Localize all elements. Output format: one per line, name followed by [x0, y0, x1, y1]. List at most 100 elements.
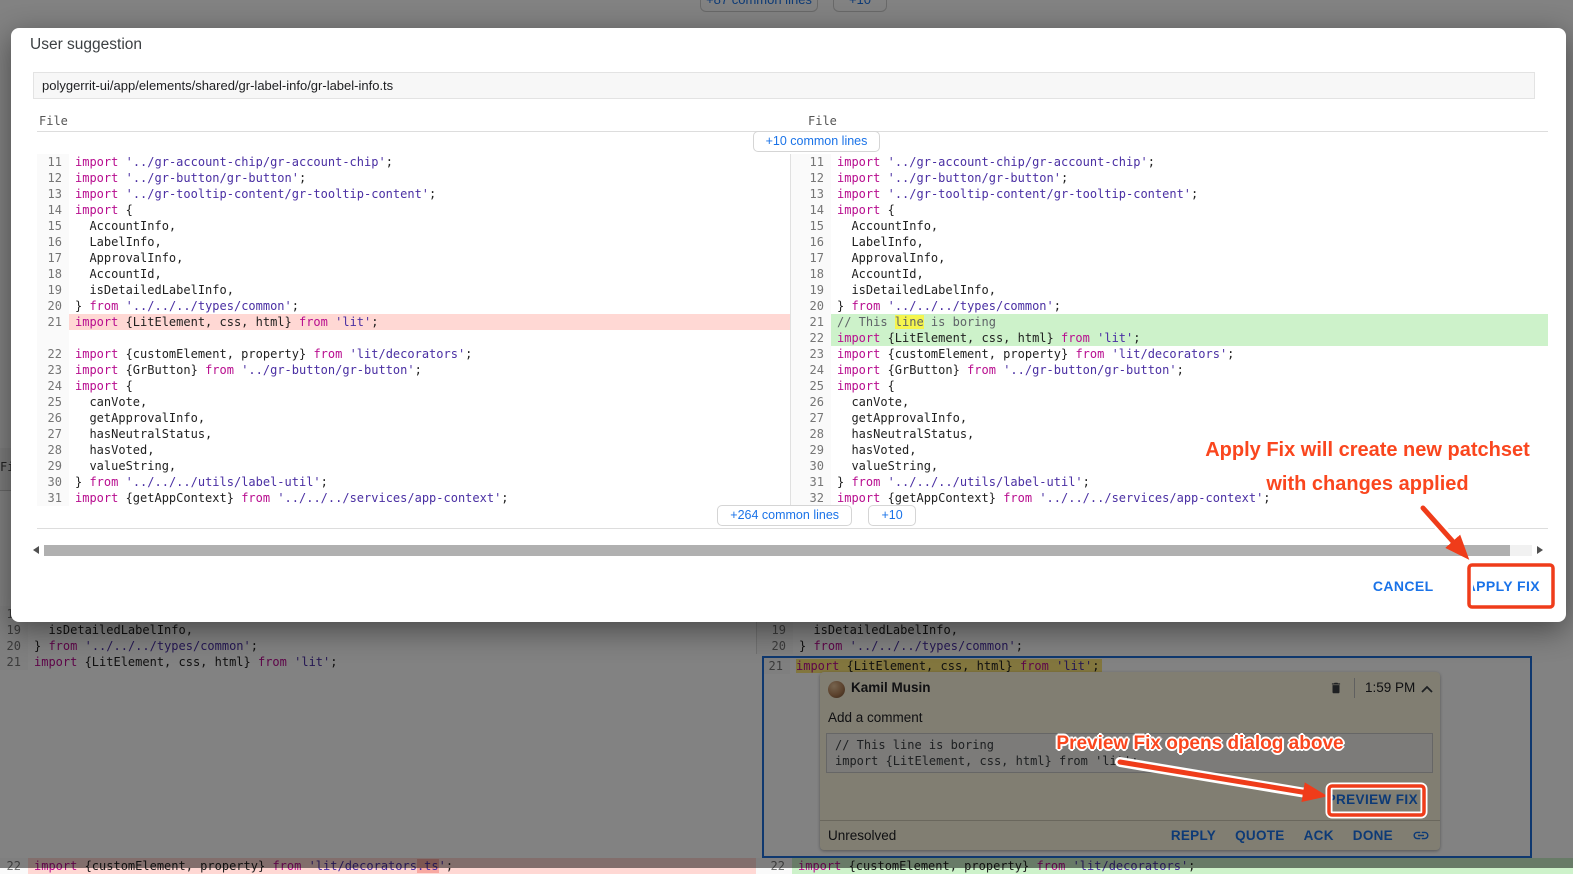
- horizontal-scrollbar[interactable]: [33, 543, 1543, 557]
- code-text: LabelInfo,: [831, 234, 1548, 250]
- code-text: LabelInfo,: [69, 234, 790, 250]
- diff-line: 25 canVote,: [37, 394, 790, 410]
- code-text: import {: [831, 378, 1548, 394]
- line-number: 13: [791, 186, 831, 202]
- code-text: } from '../../../utils/label-util';: [831, 474, 1548, 490]
- cancel-button[interactable]: CANCEL: [1371, 576, 1436, 596]
- code-text: import {: [69, 378, 790, 394]
- code-text: AccountId,: [69, 266, 790, 282]
- line-number: 15: [37, 218, 69, 234]
- code-text: valueString,: [831, 458, 1548, 474]
- line-number: 21: [791, 314, 831, 330]
- diff-line: 28 hasNeutralStatus,: [791, 426, 1548, 442]
- line-number: 19: [791, 282, 831, 298]
- code-text: } from '../../../types/common';: [831, 298, 1548, 314]
- file-path-field: polygerrit-ui/app/elements/shared/gr-lab…: [33, 72, 1535, 99]
- expand-ten-lines-chip[interactable]: +10: [868, 505, 915, 526]
- code-text: [69, 330, 790, 346]
- scrollbar-thumb[interactable]: [44, 545, 1510, 556]
- diff-pane-left: 11import '../gr-account-chip/gr-account-…: [37, 154, 790, 506]
- code-text: hasNeutralStatus,: [69, 426, 790, 442]
- diff-line: 21import {LitElement, css, html} from 'l…: [37, 314, 790, 330]
- code-text: import {LitElement, css, html} from 'lit…: [69, 314, 790, 330]
- common-lines-expander-chip[interactable]: +264 common lines: [717, 505, 852, 526]
- line-number: 19: [37, 282, 69, 298]
- code-text: import {: [69, 202, 790, 218]
- apply-fix-button[interactable]: APPLY FIX: [1464, 576, 1542, 596]
- line-number: 14: [37, 202, 69, 218]
- diff-line: 22import {customElement, property} from …: [37, 346, 790, 362]
- diff-table: File File +10 common lines 11import '../…: [37, 113, 1548, 529]
- diff-line: 29 hasVoted,: [791, 442, 1548, 458]
- diff-line: 12import '../gr-button/gr-button';: [37, 170, 790, 186]
- code-text: import '../gr-tooltip-content/gr-tooltip…: [831, 186, 1548, 202]
- line-number: 12: [791, 170, 831, 186]
- common-lines-expander-chip[interactable]: +10 common lines: [753, 131, 881, 152]
- diff-line: 17 ApprovalInfo,: [37, 250, 790, 266]
- line-number: 12: [37, 170, 69, 186]
- code-text: import {LitElement, css, html} from 'lit…: [831, 330, 1548, 346]
- line-number: 24: [791, 362, 831, 378]
- diff-line: 11import '../gr-account-chip/gr-account-…: [37, 154, 790, 170]
- diff-line: 23import {customElement, property} from …: [791, 346, 1548, 362]
- bottom-expander-row: +264 common lines +10: [37, 506, 1548, 528]
- diff-line: 26 getApprovalInfo,: [37, 410, 790, 426]
- line-number: 13: [37, 186, 69, 202]
- line-number: 31: [37, 490, 69, 506]
- diff-line: 15 AccountInfo,: [37, 218, 790, 234]
- diff-line: 16 LabelInfo,: [791, 234, 1548, 250]
- diff-line: 30} from '../../../utils/label-util';: [37, 474, 790, 490]
- diff-line: 20} from '../../../types/common';: [37, 298, 790, 314]
- scroll-right-arrow-icon[interactable]: [1537, 546, 1543, 554]
- line-number: 25: [37, 394, 69, 410]
- scrollbar-track[interactable]: [44, 545, 1532, 556]
- diff-line: 18 AccountId,: [791, 266, 1548, 282]
- code-text: getApprovalInfo,: [831, 410, 1548, 426]
- code-text: import '../gr-button/gr-button';: [69, 170, 790, 186]
- code-text: import {getAppContext} from '../../../se…: [831, 490, 1548, 506]
- line-number: 30: [791, 458, 831, 474]
- diff-line: 11import '../gr-account-chip/gr-account-…: [791, 154, 1548, 170]
- code-text: } from '../../../utils/label-util';: [69, 474, 790, 490]
- diff-line: 24import {: [37, 378, 790, 394]
- diff-line: 14import {: [791, 202, 1548, 218]
- diff-line: 30 valueString,: [791, 458, 1548, 474]
- code-text: import {customElement, property} from 'l…: [69, 346, 790, 362]
- diff-line: 19 isDetailedLabelInfo,: [37, 282, 790, 298]
- line-number: 28: [791, 426, 831, 442]
- code-text: import {getAppContext} from '../../../se…: [69, 490, 790, 506]
- line-number: 23: [791, 346, 831, 362]
- code-text: getApprovalInfo,: [69, 410, 790, 426]
- diff-line: 28 hasVoted,: [37, 442, 790, 458]
- diff-line: 12import '../gr-button/gr-button';: [791, 170, 1548, 186]
- code-text: import {: [831, 202, 1548, 218]
- diff-pane-right: 11import '../gr-account-chip/gr-account-…: [790, 154, 1548, 506]
- code-text: import {customElement, property} from 'l…: [831, 346, 1548, 362]
- code-text: canVote,: [69, 394, 790, 410]
- line-number: 26: [37, 410, 69, 426]
- diff-line: 17 ApprovalInfo,: [791, 250, 1548, 266]
- line-number: 29: [791, 442, 831, 458]
- line-number: 29: [37, 458, 69, 474]
- scroll-left-arrow-icon[interactable]: [33, 546, 39, 554]
- left-file-header: File: [37, 113, 790, 131]
- code-text: ApprovalInfo,: [831, 250, 1548, 266]
- line-number: 15: [791, 218, 831, 234]
- code-text: import {GrButton} from '../gr-button/gr-…: [69, 362, 790, 378]
- diff-line: 14import {: [37, 202, 790, 218]
- dialog-action-bar: CANCEL APPLY FIX: [1371, 576, 1542, 596]
- line-number: 22: [37, 346, 69, 362]
- code-text: hasVoted,: [69, 442, 790, 458]
- diff-line: 31import {getAppContext} from '../../../…: [37, 490, 790, 506]
- line-number: [37, 330, 69, 346]
- code-text: import '../gr-button/gr-button';: [831, 170, 1548, 186]
- line-number: 18: [791, 266, 831, 282]
- code-text: AccountInfo,: [831, 218, 1548, 234]
- diff-line: 13import '../gr-tooltip-content/gr-toolt…: [37, 186, 790, 202]
- diff-line: 16 LabelInfo,: [37, 234, 790, 250]
- line-number: 20: [37, 298, 69, 314]
- diff-line: 26 canVote,: [791, 394, 1548, 410]
- diff-line: 22import {LitElement, css, html} from 'l…: [791, 330, 1548, 346]
- code-text: valueString,: [69, 458, 790, 474]
- line-number: 28: [37, 442, 69, 458]
